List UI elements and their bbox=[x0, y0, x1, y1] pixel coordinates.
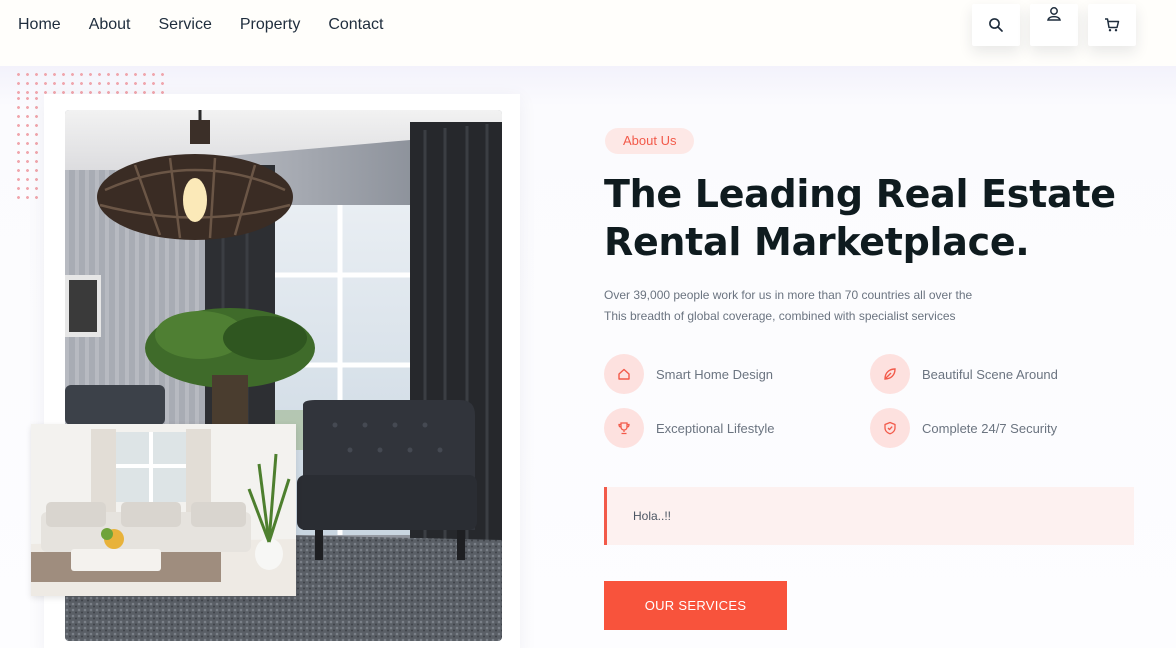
user-button[interactable] bbox=[1030, 4, 1078, 46]
quote-text: Hola..!! bbox=[633, 509, 672, 523]
feature-item: Complete 24/7 Security bbox=[870, 408, 1124, 448]
feature-list: Smart Home Design Beautiful Scene Around… bbox=[604, 354, 1124, 448]
title-line: Rental Marketplace. bbox=[604, 220, 1030, 264]
nav-home[interactable]: Home bbox=[18, 14, 61, 36]
trophy-icon bbox=[604, 408, 644, 448]
feature-item: Smart Home Design bbox=[604, 354, 870, 394]
page-title: The Leading Real Estate Rental Marketpla… bbox=[604, 170, 1164, 266]
description-line: This breadth of global coverage, combine… bbox=[604, 309, 956, 323]
feature-label: Exceptional Lifestyle bbox=[656, 420, 775, 436]
main-nav: Home About Service Property Contact bbox=[18, 14, 383, 36]
home-icon bbox=[604, 354, 644, 394]
interior-photo-secondary bbox=[31, 424, 296, 596]
decorative-dots bbox=[14, 94, 48, 202]
feature-label: Smart Home Design bbox=[656, 366, 774, 382]
description-line: Over 39,000 people work for us in more t… bbox=[604, 288, 973, 302]
shield-icon bbox=[870, 408, 910, 448]
title-line: The Leading Real Estate bbox=[604, 172, 1116, 216]
our-services-button[interactable]: OUR SERVICES bbox=[604, 581, 787, 630]
nav-about[interactable]: About bbox=[89, 14, 131, 36]
header-actions bbox=[972, 4, 1136, 46]
leaf-icon bbox=[870, 354, 910, 394]
cart-button[interactable] bbox=[1088, 4, 1136, 46]
nav-property[interactable]: Property bbox=[240, 14, 300, 36]
quote-box: Hola..!! bbox=[604, 487, 1134, 545]
section-badge: About Us bbox=[605, 128, 695, 154]
site-header: Home About Service Property Contact bbox=[0, 0, 1176, 66]
nav-service[interactable]: Service bbox=[159, 14, 212, 36]
feature-label: Beautiful Scene Around bbox=[922, 366, 1058, 382]
hero-description: Over 39,000 people work for us in more t… bbox=[604, 285, 1074, 327]
search-icon bbox=[989, 18, 1003, 32]
nav-contact[interactable]: Contact bbox=[328, 14, 383, 36]
feature-item: Beautiful Scene Around bbox=[870, 354, 1124, 394]
search-button[interactable] bbox=[972, 4, 1020, 46]
user-icon bbox=[1047, 7, 1061, 21]
feature-label: Complete 24/7 Security bbox=[922, 420, 1058, 436]
decorative-dots bbox=[14, 70, 164, 94]
feature-item: Exceptional Lifestyle bbox=[604, 408, 870, 448]
cart-icon bbox=[1105, 18, 1120, 32]
